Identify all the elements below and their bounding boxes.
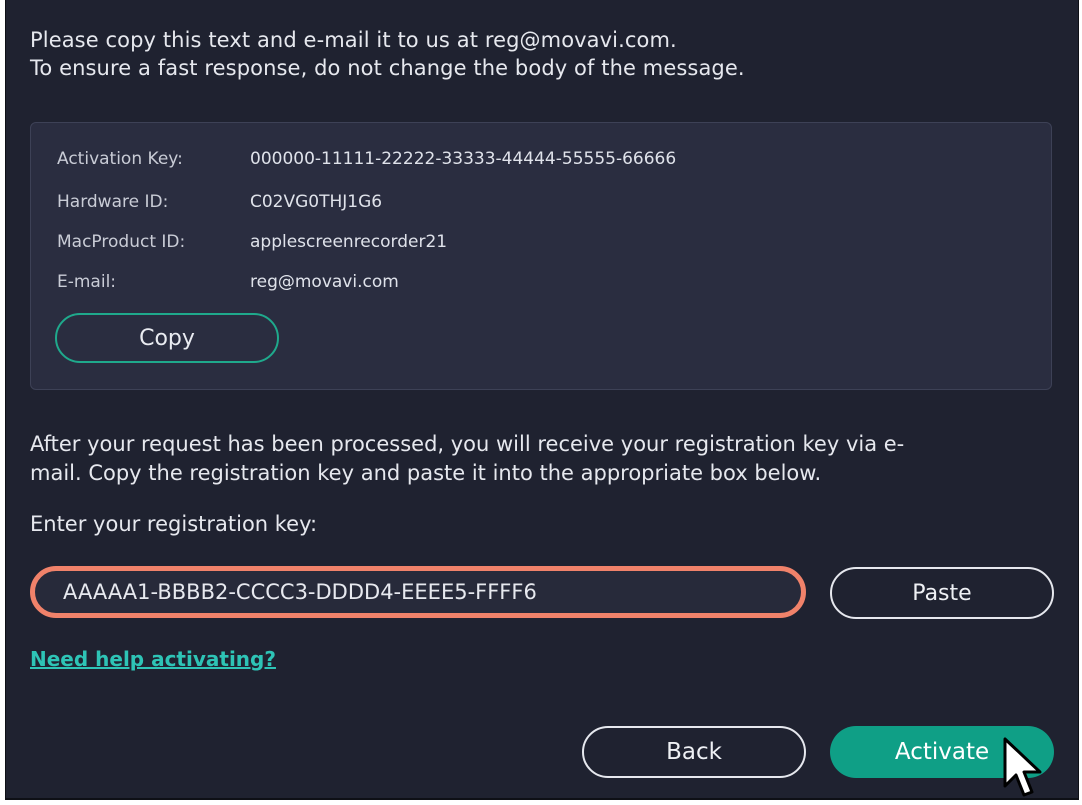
intro-text: Please copy this text and e-mail it to u… [30,26,1050,82]
info-value: applescreenrecorder21 [250,232,448,252]
help-activating-link[interactable]: Need help activating? [30,647,276,671]
paste-button[interactable]: Paste [830,567,1054,619]
info-value: reg@movavi.com [250,272,399,292]
activation-dialog: Please copy this text and e-mail it to u… [5,0,1079,800]
instructions-line-2: mail. Copy the registration key and past… [30,461,822,485]
back-button[interactable]: Back [582,726,806,778]
info-value: 000000-11111-22222-33333-44444-55555-666… [250,149,677,169]
info-value: C02VG0THJ1G6 [250,192,383,212]
instructions-text: After your request has been processed, y… [30,430,1050,488]
info-label: Hardware ID: [57,192,169,212]
info-label: Activation Key: [57,149,183,169]
intro-line-2: To ensure a fast response, do not change… [30,56,745,80]
activation-info-box: Activation Key: 000000-11111-22222-33333… [30,122,1052,390]
intro-line-1: Please copy this text and e-mail it to u… [30,28,677,52]
registration-key-label: Enter your registration key: [30,512,318,536]
mouse-pointer-icon [1003,737,1042,797]
info-label: MacProduct ID: [57,232,186,252]
info-label: E-mail: [57,272,117,292]
registration-key-input[interactable] [30,566,806,618]
instructions-line-1: After your request has been processed, y… [30,432,905,456]
copy-button[interactable]: Copy [55,313,279,363]
